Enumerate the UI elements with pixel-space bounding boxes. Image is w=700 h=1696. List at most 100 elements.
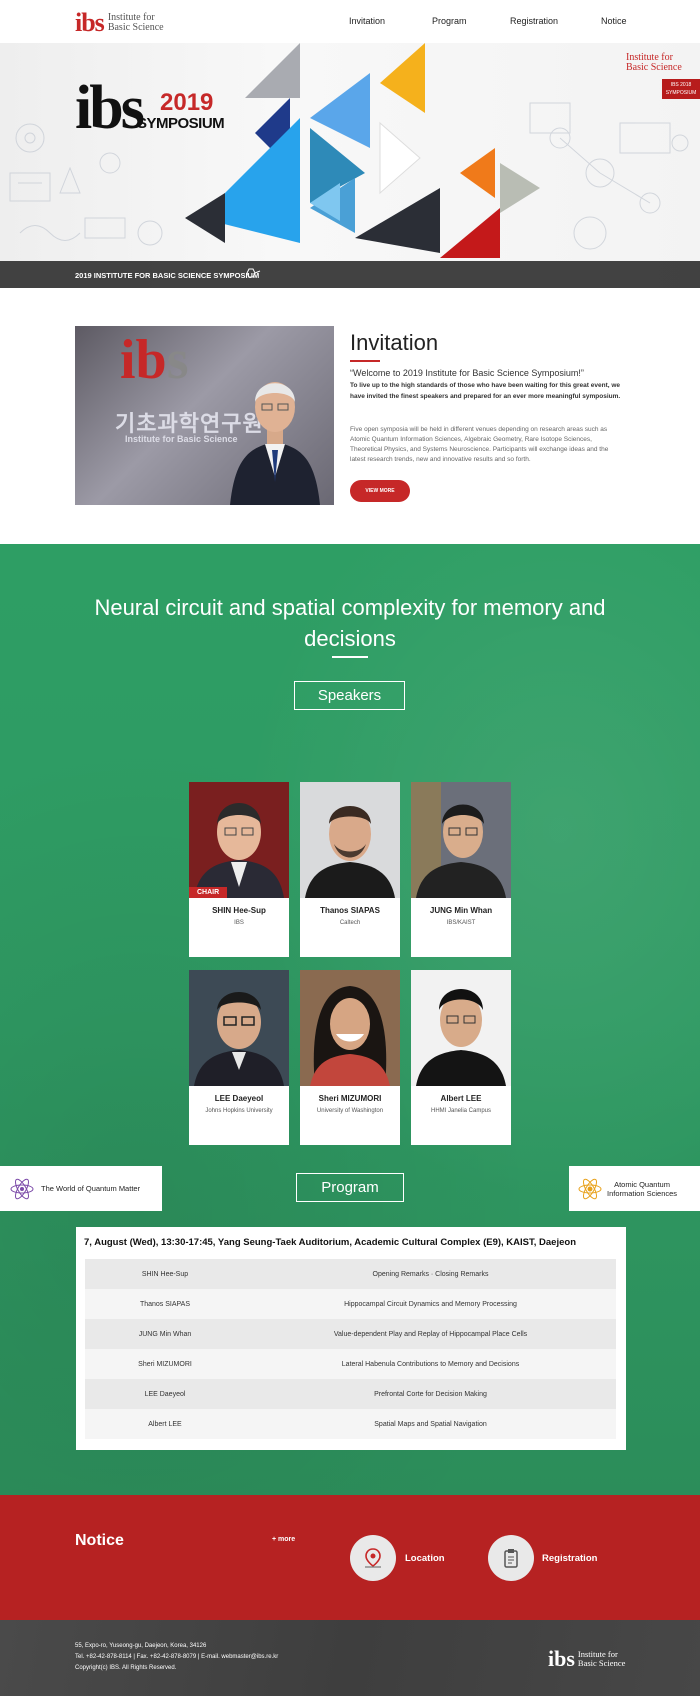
- side-tab-label-line-2: Information Sciences: [607, 1188, 678, 1198]
- nav-notice[interactable]: Notice: [601, 16, 627, 26]
- program-talk: Lateral Habenula Contributions to Memory…: [341, 1360, 520, 1368]
- molecule-icon: [246, 268, 261, 278]
- view-more-button[interactable]: VIEW MORE: [350, 480, 410, 502]
- speaker-photo: [411, 782, 511, 898]
- speaker-photo: CHAIR: [189, 782, 289, 898]
- nav-registration[interactable]: Registration: [510, 16, 558, 26]
- logo-mark: ibs: [75, 8, 105, 37]
- notice-title: Notice: [75, 1532, 124, 1549]
- speaker-card[interactable]: LEE Daeyeol Johns Hopkins University: [189, 970, 289, 1145]
- photo-ibs-sign: ibs: [120, 329, 189, 391]
- side-tab-quantum-matter[interactable]: The World of Quantum Matter: [0, 1166, 162, 1211]
- speaker-card[interactable]: CHAIR SHIN Hee-Sup IBS: [189, 782, 289, 957]
- hero-badge-logo: Institute for Basic Science: [622, 53, 700, 73]
- footer-logo-text: Institute for Basic Science: [578, 1650, 625, 1668]
- side-tab-atomic-quantum[interactable]: Atomic Quantum Information Sciences: [569, 1166, 700, 1211]
- speaker-card[interactable]: Albert LEE HHMI Janelia Campus: [411, 970, 511, 1145]
- nav-invitation[interactable]: Invitation: [349, 16, 385, 26]
- site-logo[interactable]: ibs Institute for Basic Science: [75, 8, 164, 38]
- speaker-name: JUNG Min Whan: [429, 906, 493, 915]
- hero-year: 2019: [160, 89, 214, 116]
- speaker-portrait: [305, 806, 395, 898]
- table-row: SHIN Hee-Sup Opening Remarks · Closing Re…: [85, 1259, 616, 1289]
- program-speaker: Thanos SIAPAS: [139, 1300, 191, 1308]
- logo-text: Institute for Basic Science: [108, 13, 164, 33]
- program-speaker: JUNG Min Whan: [138, 1330, 192, 1338]
- program-talk: Spatial Maps and Spatial Navigation: [374, 1420, 487, 1428]
- invitation-photo: ibs 기초과학연구원 Institute for Basic Science: [75, 326, 334, 505]
- hero-badge-red: IBS 2018 SYMPOSIUM: [662, 79, 700, 99]
- footer-logo[interactable]: ibs Institute for Basic Science: [548, 1646, 625, 1672]
- speaker-affiliation: Caltech: [339, 920, 361, 926]
- hero-title: ibs 2019 SYMPOSIUM: [75, 74, 225, 142]
- registration-button[interactable]: [488, 1535, 534, 1581]
- session-section: Neural circuit and spatial complexity fo…: [0, 544, 700, 1495]
- table-row: JUNG Min Whan Value-dependent Play and Re…: [85, 1319, 616, 1349]
- notice-section: Notice + more Location Registration: [0, 1495, 700, 1620]
- atom-icon: [10, 1178, 34, 1199]
- hero-banner: ibs 2019 SYMPOSIUM Institute for Basic S…: [0, 43, 700, 288]
- table-row: Sheri MIZUMORI Lateral Habenula Contribut…: [85, 1349, 616, 1379]
- footer-logo-mark: ibs: [548, 1646, 575, 1671]
- speaker-card[interactable]: Thanos SIAPAS Caltech: [300, 782, 400, 957]
- location-button[interactable]: [350, 1535, 396, 1581]
- speaker-name: SHIN Hee-Sup: [212, 906, 266, 915]
- hero-ibs: ibs: [75, 74, 145, 142]
- speaker-name: Thanos SIAPAS: [320, 906, 380, 915]
- invitation-lead-text: To live up to the high standards of thos…: [350, 382, 621, 400]
- badge-red-line-2: SYMPOSIUM: [665, 90, 697, 96]
- hero-strip-text: 2019 INSTITUTE FOR BASIC SCIENCE SYMPOSI…: [75, 271, 260, 280]
- speaker-photo: [189, 970, 289, 1086]
- session-divider: [332, 656, 368, 658]
- speaker-name: Sheri MIZUMORI: [318, 1094, 382, 1103]
- site-footer: 55, Expo-ro, Yuseong-gu, Daejeon, Korea,…: [0, 1620, 700, 1696]
- photo-sign-en: Institute for Basic Science: [125, 434, 238, 444]
- program-speaker: Sheri MIZUMORI: [138, 1360, 192, 1368]
- location-label[interactable]: Location: [405, 1553, 445, 1564]
- footer-copyright: Copyright(c) IBS. All Rights Reserved.: [75, 1665, 177, 1671]
- speaker-portrait: [194, 992, 284, 1086]
- hero-symposium: SYMPOSIUM: [137, 115, 225, 132]
- program-date-venue: 7, August (Wed), 13:30-17:45, Yang Seung…: [84, 1237, 576, 1248]
- program-speaker: Albert LEE: [148, 1420, 182, 1428]
- table-row: Albert LEE Spatial Maps and Spatial Navig…: [85, 1409, 616, 1439]
- president-portrait: [230, 382, 320, 505]
- invitation-quote: “Welcome to 2019 Institute for Basic Sci…: [350, 368, 584, 378]
- speaker-portrait: [310, 986, 390, 1086]
- table-row: LEE Daeyeol Prefrontal Corte for Decision…: [85, 1379, 616, 1409]
- notice-more-link[interactable]: + more: [272, 1536, 295, 1543]
- table-row: Thanos SIAPAS Hippocampal Circuit Dynamic…: [85, 1289, 616, 1319]
- speaker-photo: [411, 970, 511, 1086]
- registration-label[interactable]: Registration: [542, 1553, 597, 1564]
- chair-badge: CHAIR: [189, 887, 228, 898]
- invitation-divider: [350, 360, 380, 362]
- hero-strip: 2019 INSTITUTE FOR BASIC SCIENCE SYMPOSI…: [0, 261, 700, 288]
- program-speaker: SHIN Hee-Sup: [141, 1270, 189, 1278]
- top-header: ibs Institute for Basic Science Invitati…: [0, 0, 700, 43]
- side-tab-label: Atomic Quantum Information Sciences: [607, 1180, 677, 1198]
- speaker-card[interactable]: Sheri MIZUMORI University of Washington: [300, 970, 400, 1145]
- side-tab-label-line-1: Atomic Quantum: [614, 1179, 670, 1189]
- speaker-portrait: [194, 803, 284, 898]
- speaker-portrait: [411, 782, 506, 898]
- program-talk: Value-dependent Play and Replay of Hippo…: [333, 1330, 528, 1338]
- speaker-photo: [300, 970, 400, 1086]
- session-title: Neural circuit and spatial complexity fo…: [94, 595, 606, 651]
- speakers-heading: Speakers: [294, 681, 405, 710]
- footer-contact: Tel. +82-42-878-8114 | Fax. +82-42-878-8…: [75, 1654, 279, 1660]
- speaker-name: LEE Daeyeol: [214, 1094, 264, 1103]
- map-pin-icon: [365, 1548, 381, 1568]
- speaker-name: Albert LEE: [440, 1094, 482, 1103]
- speaker-card[interactable]: JUNG Min Whan IBS/KAIST: [411, 782, 511, 957]
- speaker-affiliation: IBS: [234, 920, 244, 926]
- speaker-photo: [300, 782, 400, 898]
- badge-line-2: Basic Science: [626, 62, 682, 73]
- invitation-body: Five open symposia will be held in diffe…: [350, 426, 609, 463]
- program-box: 7, August (Wed), 13:30-17:45, Yang Seung…: [76, 1227, 626, 1450]
- badge-red-line-1: IBS 2018: [670, 82, 692, 88]
- side-tab-label: The World of Quantum Matter: [41, 1184, 141, 1193]
- program-speaker: LEE Daeyeol: [144, 1390, 186, 1398]
- speaker-portrait: [416, 989, 506, 1086]
- program-talk: Hippocampal Circuit Dynamics and Memory …: [344, 1300, 517, 1308]
- nav-program[interactable]: Program: [432, 16, 467, 26]
